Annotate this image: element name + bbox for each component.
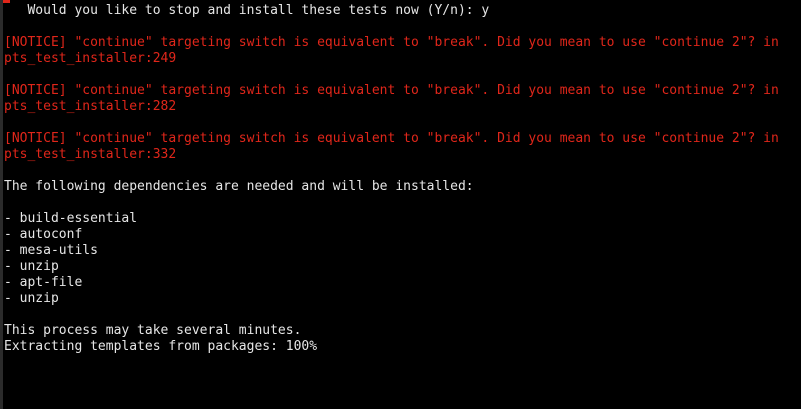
dependencies-header: The following dependencies are needed an… <box>4 179 474 194</box>
dependency-item: - unzip <box>4 259 59 274</box>
dependency-item: - build-essential <box>4 211 138 226</box>
terminal-left-border <box>0 0 3 409</box>
notice-1-line-1: [NOTICE] "continue" targeting switch is … <box>4 35 779 50</box>
notice-2-line-1: [NOTICE] "continue" targeting switch is … <box>4 83 779 98</box>
dependency-item: - mesa-utils <box>4 243 98 258</box>
notice-2-line-2: pts_test_installer:282 <box>4 99 177 114</box>
notice-3-line-1: [NOTICE] "continue" targeting switch is … <box>4 131 779 146</box>
install-prompt: Would you like to stop and install these… <box>4 3 490 18</box>
notice-3-line-2: pts_test_installer:332 <box>4 147 177 162</box>
process-note: This process may take several minutes. <box>4 323 302 338</box>
dependency-item: - apt-file <box>4 275 83 290</box>
dependency-item: - autoconf <box>4 227 83 242</box>
notice-1-line-2: pts_test_installer:249 <box>4 51 177 66</box>
dependency-item: - unzip <box>4 291 59 306</box>
terminal-window[interactable]: Would you like to stop and install these… <box>0 0 801 409</box>
extracting-progress: Extracting templates from packages: 100% <box>4 339 318 354</box>
